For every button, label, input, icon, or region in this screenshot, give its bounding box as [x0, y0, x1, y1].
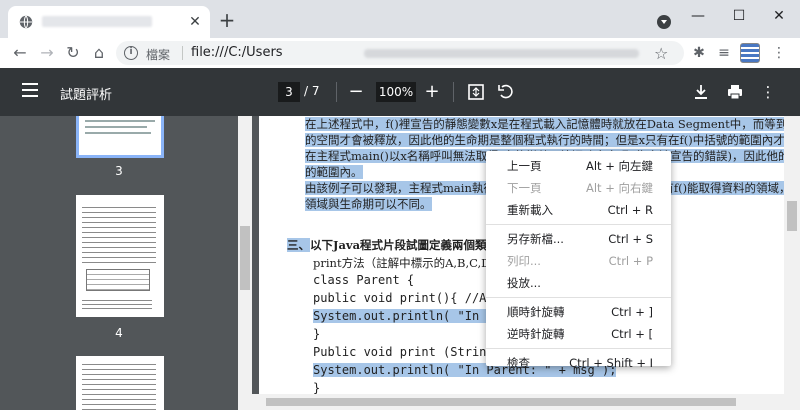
browser-tab[interactable]: ✕ — [8, 6, 210, 38]
thumbnail-label: 3 — [115, 164, 123, 178]
text-line: 領域與生命期可以不同。 — [305, 197, 432, 211]
rotate-icon[interactable] — [495, 81, 517, 103]
browser-menu-icon[interactable]: ⋮ — [769, 43, 789, 63]
zoom-in-icon[interactable]: + — [422, 80, 442, 104]
zoom-out-icon[interactable]: − — [346, 80, 366, 104]
thumbnail-page-5[interactable] — [76, 356, 164, 410]
text-line: 在上述程式中，f()裡宣告的靜態變數x是在程式載入記憶體時就放在Data Seg… — [305, 116, 800, 132]
menu-separator — [486, 297, 671, 298]
print-icon[interactable] — [724, 81, 746, 103]
thumbnail-sidebar: 3 4 — [0, 116, 238, 410]
download-icon[interactable] — [690, 81, 712, 103]
content-vertical-scrollbar[interactable] — [784, 116, 800, 410]
sidebar-scrollbar-thumb[interactable] — [240, 226, 250, 290]
code-line: } — [313, 327, 321, 341]
close-window-button[interactable]: ✕ — [769, 6, 789, 26]
site-info-label: 檔案 — [146, 48, 171, 62]
toolbar-divider — [453, 82, 454, 102]
more-actions-icon[interactable]: ⋮ — [757, 81, 779, 103]
sidebar-menu-icon[interactable] — [22, 83, 38, 97]
page-separator: / — [304, 84, 309, 98]
thumbnail-page-3[interactable] — [76, 116, 164, 158]
total-pages: 7 — [311, 84, 320, 98]
tab-search-icon[interactable] — [657, 15, 671, 29]
new-tab-button[interactable]: + — [218, 10, 236, 30]
context-menu: 上一頁 Alt + 向左鍵 下一頁 Alt + 向右鍵 重新載入 Ctrl + R 另… — [486, 151, 671, 370]
reload-icon[interactable]: ↻ — [63, 43, 83, 63]
tab-title-blurred — [42, 16, 152, 27]
page-total: / 7 — [304, 84, 320, 98]
maximize-button[interactable]: ☐ — [729, 6, 749, 26]
extensions-icon[interactable]: ✱ — [689, 43, 709, 63]
menu-item-forward[interactable]: 下一頁 Alt + 向右鍵 — [486, 177, 671, 199]
thumbnail-label: 4 — [115, 326, 123, 340]
code-line: public void print(){ //A — [313, 291, 487, 305]
fit-to-page-icon[interactable] — [465, 81, 487, 103]
menu-item-reload[interactable]: 重新載入 Ctrl + R — [486, 199, 671, 221]
menu-item-inspect[interactable]: 檢查 Ctrl + Shift + I — [486, 352, 671, 374]
omnibox-divider — [182, 46, 183, 60]
close-tab-icon[interactable]: ✕ — [186, 13, 204, 31]
bookmark-star-icon[interactable]: ☆ — [654, 44, 668, 63]
profile-avatar[interactable] — [740, 43, 760, 63]
url-redacted — [364, 49, 639, 58]
zoom-level-input[interactable]: 100% — [376, 82, 416, 102]
home-icon[interactable]: ⌂ — [89, 43, 109, 63]
content-horizontal-scrollbar[interactable] — [252, 394, 784, 410]
pdf-toolbar: 試題評析 3 / 7 − 100% + ⋮ — [0, 68, 800, 116]
forward-icon[interactable]: → — [37, 43, 57, 63]
tab-strip: ✕ + — ☐ ✕ — [0, 0, 800, 38]
globe-icon — [19, 15, 33, 29]
menu-item-print[interactable]: 列印... Ctrl + P — [486, 250, 671, 272]
page-number-input[interactable]: 3 — [278, 82, 300, 102]
toolbar-divider — [336, 82, 337, 102]
reading-list-icon[interactable]: ≡ — [714, 43, 734, 63]
code-line: class Parent { — [313, 273, 415, 287]
url-text: file:///C:/Users — [191, 45, 283, 60]
menu-item-rotate-clockwise[interactable]: 順時針旋轉 Ctrl + ] — [486, 301, 671, 323]
minimize-button[interactable]: — — [688, 6, 708, 26]
document-title: 試題評析 — [60, 88, 113, 103]
horizontal-scrollbar-thumb[interactable] — [266, 398, 736, 406]
menu-separator — [486, 224, 671, 225]
menu-separator — [486, 348, 671, 349]
info-icon[interactable]: i — [124, 46, 138, 60]
thumbnail-page-4[interactable] — [76, 195, 164, 317]
question-note: print方法（註解中標示的A,B,C,D — [313, 256, 491, 270]
text-line: 的空間才會被釋放，因此他的生命期是整個程式執行的時間；但是x只有在f()中括號的… — [305, 132, 800, 148]
address-bar[interactable]: i 檔案 file:///C:/Users ☆ — [116, 41, 684, 65]
browser-toolbar: ← → ↻ ⌂ i 檔案 file:///C:/Users ☆ ✱ ≡ ⋮ — [0, 38, 800, 68]
sidebar-scrollbar[interactable] — [238, 116, 252, 410]
menu-item-cast[interactable]: 投放... — [486, 272, 671, 294]
menu-item-save-as[interactable]: 另存新檔... Ctrl + S — [486, 228, 671, 250]
vertical-scrollbar-thumb[interactable] — [787, 201, 797, 231]
menu-item-rotate-counterclockwise[interactable]: 逆時針旋轉 Ctrl + [ — [486, 323, 671, 345]
text-line: 的範圍內。 — [305, 165, 363, 179]
code-line: } — [313, 381, 321, 395]
menu-item-back[interactable]: 上一頁 Alt + 向左鍵 — [486, 155, 671, 177]
back-icon[interactable]: ← — [10, 43, 30, 63]
